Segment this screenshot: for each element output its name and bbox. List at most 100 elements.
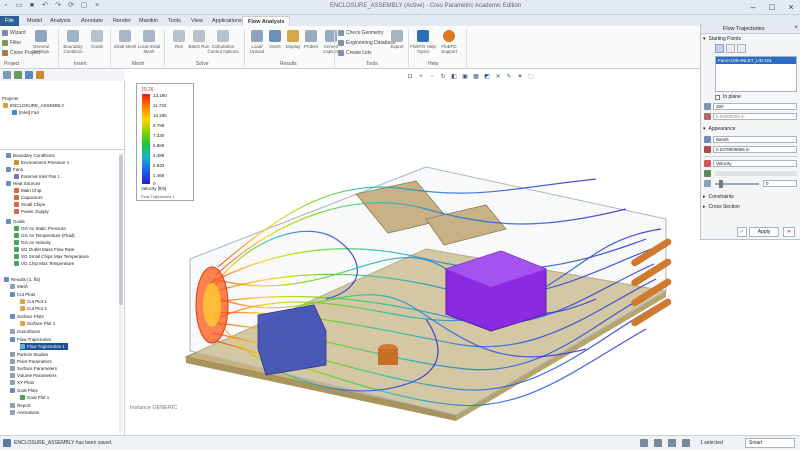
draw-trajectories-as-select[interactable]: Bands xyxy=(713,136,797,143)
tree-item[interactable]: VG Chip Max Temperature xyxy=(14,260,74,267)
tree-item[interactable]: Goals xyxy=(6,218,25,225)
apply-button[interactable]: Apply xyxy=(749,227,779,237)
palette-bar[interactable] xyxy=(715,171,797,176)
cancel-button[interactable]: ✕ xyxy=(783,227,795,237)
check-geometry-button[interactable]: Check Geometry xyxy=(338,30,384,36)
tree-assembly[interactable]: ENCLOSURE_ASSEMBLY xyxy=(3,102,64,109)
constraints-section[interactable]: ▸ Constraints xyxy=(703,194,734,200)
tree-item[interactable]: Surface Parameters xyxy=(10,365,57,372)
tree-item[interactable]: Isosurfaces xyxy=(10,328,40,335)
tree-item[interactable]: Cut Plot 2 xyxy=(20,305,47,312)
tree-item[interactable]: Mesh xyxy=(10,283,28,290)
new-icon[interactable]: ▫ xyxy=(2,2,10,10)
tab-view[interactable]: View xyxy=(186,16,208,26)
tree-item[interactable]: XY Plots xyxy=(10,379,34,386)
tree-item[interactable]: Small Chips xyxy=(14,201,45,208)
open-icon[interactable]: ▭ xyxy=(15,2,23,10)
tree-item[interactable]: Capacitors xyxy=(14,194,43,201)
ok-button[interactable]: ✓ xyxy=(737,227,747,237)
width-field[interactable]: 0.0378936965 in xyxy=(713,146,797,153)
close-icon[interactable]: × xyxy=(794,25,798,31)
tree-item[interactable]: Surface Plot 1 xyxy=(20,320,55,327)
tree-item[interactable]: GG Av Temperature (Fluid) xyxy=(14,232,75,239)
tree-item[interactable]: Volume Parameters xyxy=(10,372,57,379)
tab-manikin[interactable]: Manikin xyxy=(134,16,163,26)
selection-icon[interactable] xyxy=(668,439,676,447)
selection-filter[interactable]: Smart xyxy=(745,438,795,448)
tab-applications[interactable]: Applications xyxy=(207,16,247,26)
number-of-points-field[interactable]: 200 xyxy=(713,103,797,110)
tree-icon[interactable] xyxy=(3,71,11,79)
floefd-tree-icon[interactable] xyxy=(25,71,33,79)
tree-item[interactable]: Main Chip xyxy=(14,187,41,194)
tree-item[interactable]: Particle Studies xyxy=(10,351,48,358)
reference-list[interactable]: Face<105>INLET_LID-101 xyxy=(715,56,797,92)
tree-item[interactable]: Boundary Conditions xyxy=(6,152,55,159)
transparency-field[interactable]: 0 xyxy=(763,180,797,187)
floefd-support-button[interactable]: FloEFD Support xyxy=(436,30,462,54)
floefd-help-topics-button[interactable]: FloEFD Help Topics xyxy=(410,30,436,54)
maximize-icon[interactable]: □ xyxy=(767,2,777,12)
tree-item[interactable]: Results (1, fld) xyxy=(4,276,40,283)
undo-icon[interactable]: ↶ xyxy=(41,2,49,10)
find-icon[interactable] xyxy=(654,439,662,447)
tab-annotate[interactable]: Annotate xyxy=(76,16,108,26)
wizard-button[interactable]: Wizard xyxy=(2,30,26,36)
tree-item[interactable]: VG Small Chips Max Temperature xyxy=(14,253,89,260)
tree-item[interactable]: GG Av Velocity xyxy=(14,239,51,246)
regenerate-icon[interactable]: ⟳ xyxy=(67,2,75,10)
tree-item[interactable]: Cut Plots xyxy=(10,291,35,298)
tab-flow-analysis[interactable]: Flow Analysis xyxy=(242,16,291,26)
export-button[interactable]: Export xyxy=(384,30,410,49)
close-window-icon[interactable]: × xyxy=(93,2,101,10)
initial-mesh-button[interactable]: Initial Mesh xyxy=(112,30,138,49)
filter-button[interactable]: Filter xyxy=(2,40,21,46)
tree-scroll-thumb[interactable] xyxy=(119,155,123,305)
general-settings-button[interactable]: General Settings xyxy=(28,30,54,54)
tree-item[interactable]: Goal Plots xyxy=(10,387,38,394)
graphics-viewport[interactable]: ⊡ + − ↻ ◧ ▣ ▦ ◩ ✕ ✎ ✦ ⬚ 20.26 13.180 11.… xyxy=(126,69,700,435)
goals-button[interactable]: Goals xyxy=(84,30,110,49)
tree-item[interactable]: Surface Plots xyxy=(10,313,44,320)
create-lids-button[interactable]: Create Lids xyxy=(338,50,372,56)
minimize-icon[interactable]: – xyxy=(748,2,758,12)
tree-item[interactable]: Point Parameters xyxy=(10,358,52,365)
tab-render[interactable]: Render xyxy=(108,16,136,26)
regen-status-icon[interactable] xyxy=(640,439,648,447)
boundary-condition-button[interactable]: Boundary Condition xyxy=(60,30,86,54)
layers-icon[interactable] xyxy=(14,71,22,79)
redo-icon[interactable]: ↷ xyxy=(54,2,62,10)
cross-section-section[interactable]: ▸ Cross Section xyxy=(703,204,740,210)
pattern-icon[interactable] xyxy=(726,44,735,53)
color-by-select[interactable]: Velocity xyxy=(713,160,797,167)
tree-item[interactable]: Power Supply xyxy=(14,208,49,215)
tree-item[interactable]: Flow Trajectories xyxy=(10,336,51,343)
graphics-icon[interactable] xyxy=(682,439,690,447)
tab-model[interactable]: Model xyxy=(22,16,47,26)
tree-item[interactable]: Fans xyxy=(6,166,23,173)
starting-points-section[interactable]: ▾ Starting Points xyxy=(703,36,741,42)
tree-item[interactable]: SG Outlet Mass Flow Rate xyxy=(14,246,74,253)
tree-item[interactable]: Heat Sources xyxy=(6,180,40,187)
tab-analysis[interactable]: Analysis xyxy=(45,16,75,26)
appearance-section[interactable]: ▾ Appearance xyxy=(703,126,735,132)
windows-icon[interactable]: ▢ xyxy=(80,2,88,10)
tree-project[interactable]: [Inlet] Fan xyxy=(12,109,39,116)
tree-item-selected[interactable]: Flow Trajectories 1 xyxy=(20,343,68,350)
tree-item[interactable]: Cut Plot 1 xyxy=(20,298,47,305)
tree-item[interactable]: External Inlet Fan 1 xyxy=(14,173,60,180)
pick-reference-icon[interactable] xyxy=(715,44,724,53)
offset-field[interactable]: 0.00000000 in xyxy=(713,113,797,120)
close-icon[interactable]: × xyxy=(786,2,796,12)
tree-item[interactable]: Goal Plot 1 xyxy=(20,394,49,401)
tree-item[interactable]: Environment Pressure 1 xyxy=(14,159,69,166)
message-log-icon[interactable] xyxy=(3,439,11,447)
tree-item[interactable]: Animations xyxy=(10,409,39,416)
in-plane-checkbox[interactable]: In plane xyxy=(715,94,741,100)
tree-scrollbar[interactable] xyxy=(119,153,123,433)
save-icon[interactable]: ■ xyxy=(28,2,36,10)
slider-thumb[interactable] xyxy=(719,180,723,188)
calculation-control-options-button[interactable]: Calculation Control Options xyxy=(206,30,240,54)
tab-file[interactable]: File xyxy=(0,16,19,26)
coordinates-icon[interactable] xyxy=(737,44,746,53)
